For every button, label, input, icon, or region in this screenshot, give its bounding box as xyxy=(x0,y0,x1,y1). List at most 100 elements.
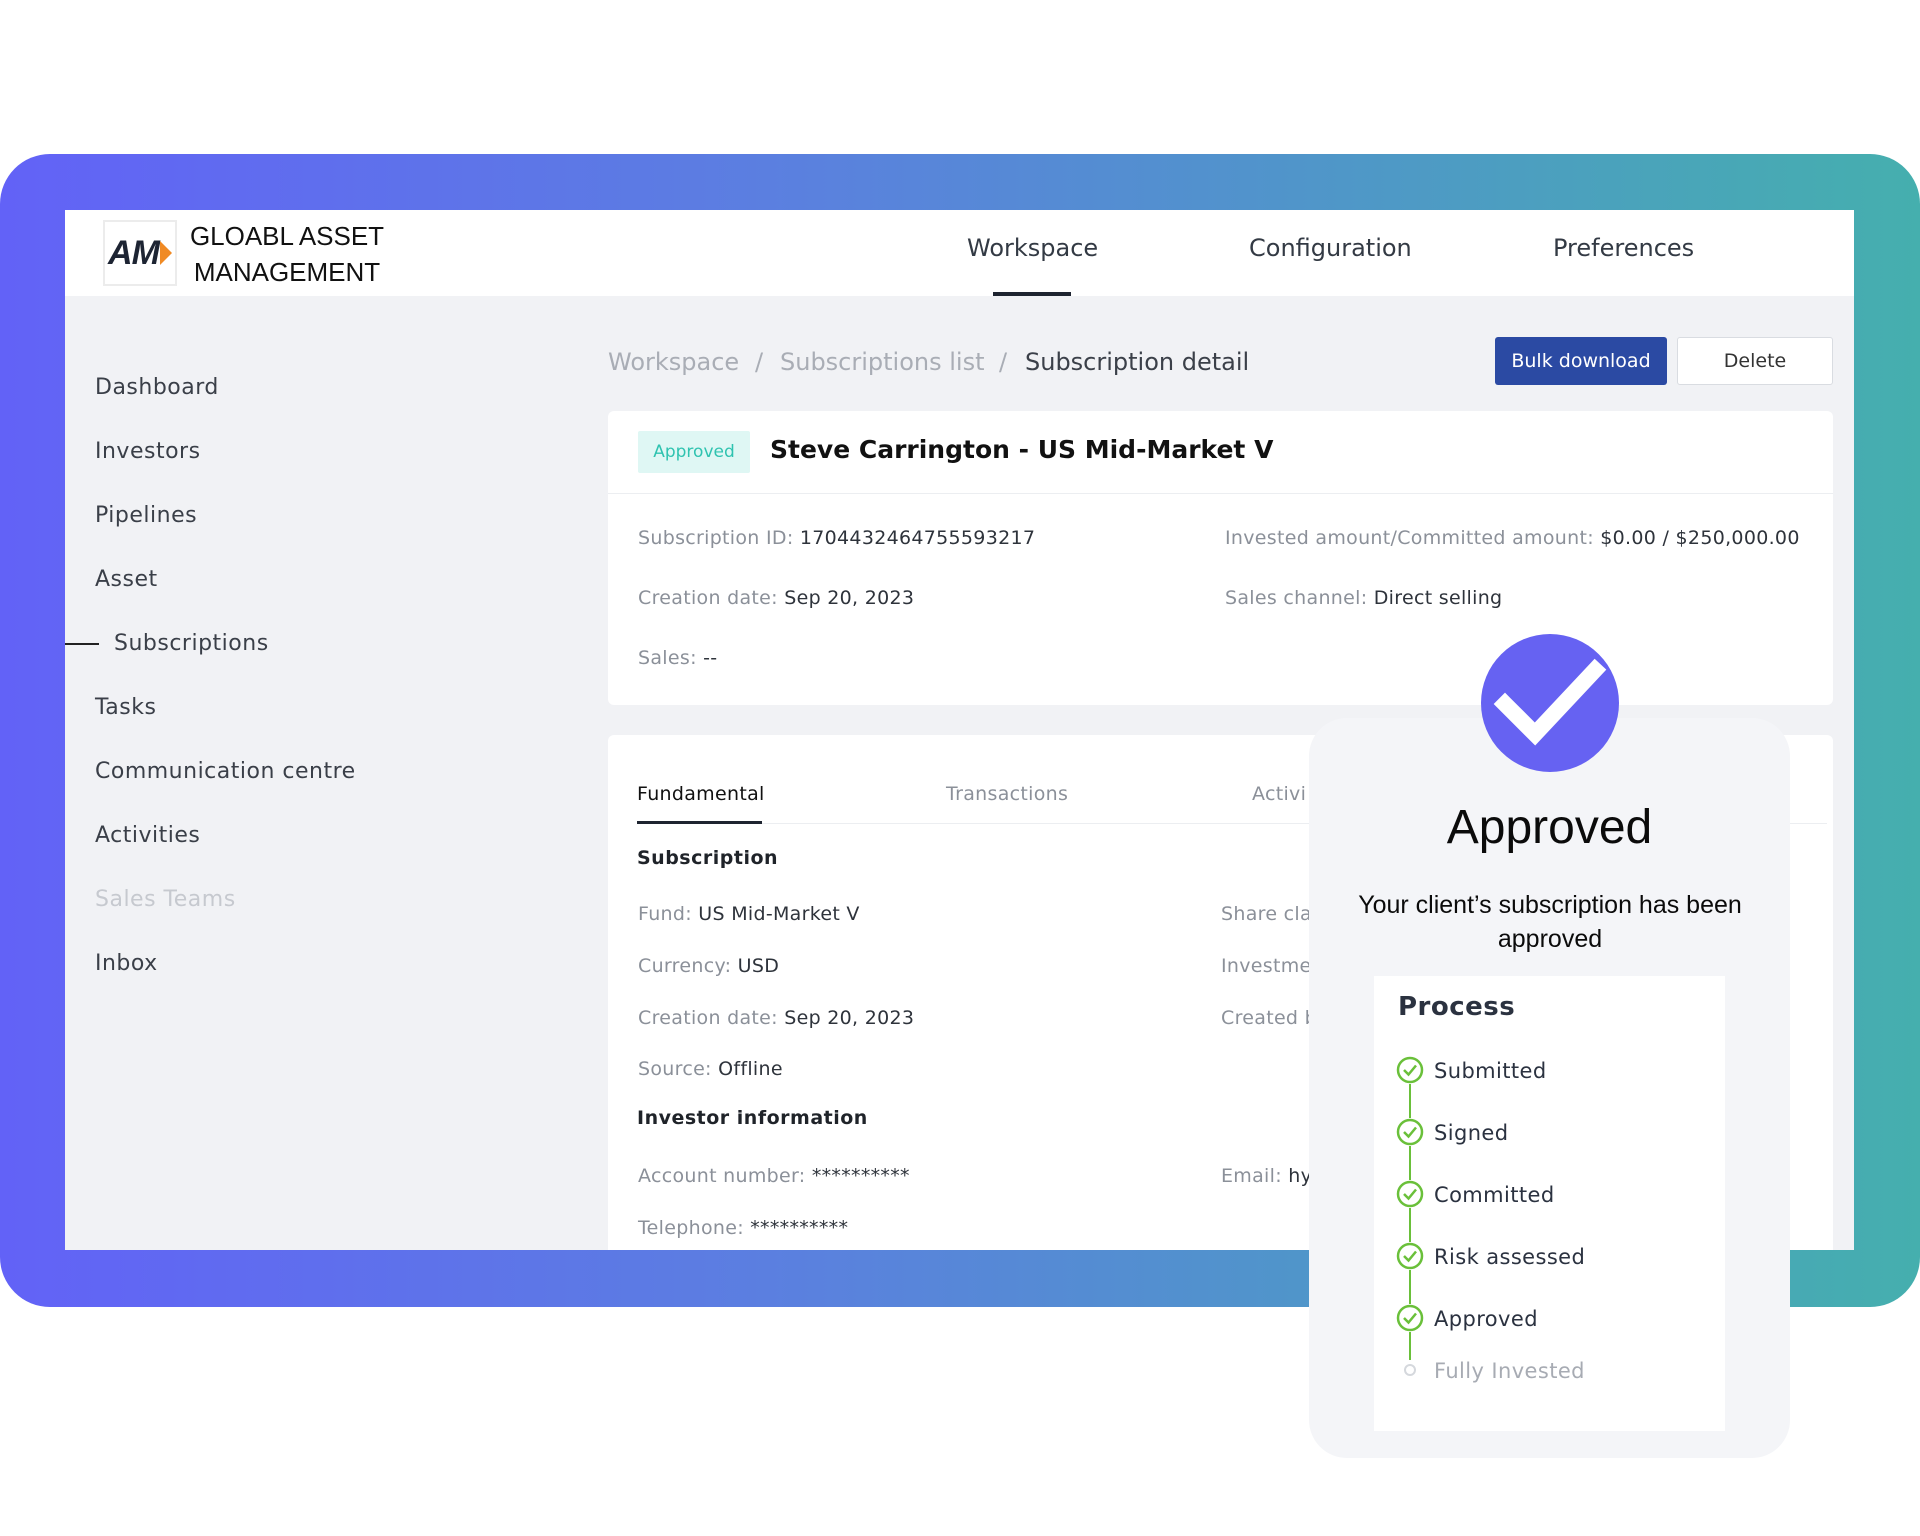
field-value: Direct selling xyxy=(1373,587,1503,609)
step-risk-assessed: Risk assessed xyxy=(1434,1245,1586,1269)
step-done-check-icon xyxy=(1396,1118,1424,1146)
company-name: GLOABL ASSET MANAGEMENT xyxy=(189,221,385,287)
field-label: Share cla xyxy=(1221,903,1312,925)
subscription-summary-card: Approved Steve Carrington - US Mid-Marke… xyxy=(608,411,1833,705)
amount-field: Invested amount/Committed amount: $0.00 … xyxy=(1225,527,1800,549)
field-value: ********** xyxy=(811,1165,910,1187)
field-value: Offline xyxy=(718,1058,783,1080)
telephone-field: Telephone: ********** xyxy=(638,1217,848,1239)
sidebar-item-activities[interactable]: Activities xyxy=(95,823,200,848)
card-divider xyxy=(608,493,1833,494)
field-label: Telephone: xyxy=(638,1217,744,1239)
field-label: Creation date: xyxy=(638,1007,778,1029)
sidebar-item-inbox[interactable]: Inbox xyxy=(95,951,158,976)
fund-field: Fund: US Mid-Market V xyxy=(638,903,860,925)
process-connector xyxy=(1409,1270,1411,1304)
process-connector xyxy=(1409,1146,1411,1180)
field-label: Subscription ID: xyxy=(638,527,794,549)
logo-arrow-icon xyxy=(159,241,172,265)
share-class-field: Share cla xyxy=(1221,903,1312,925)
breadcrumb-subscription-detail: Subscription detail xyxy=(1025,348,1250,376)
sidebar-item-dashboard[interactable]: Dashboard xyxy=(95,375,219,400)
field-value: Sep 20, 2023 xyxy=(784,1007,915,1029)
account-number-field: Account number: ********** xyxy=(638,1165,910,1187)
step-submitted: Submitted xyxy=(1434,1059,1547,1083)
field-value: US Mid-Market V xyxy=(698,903,860,925)
tab-fundamental[interactable]: Fundamental xyxy=(637,783,765,805)
nav-preferences[interactable]: Preferences xyxy=(1553,234,1694,262)
step-done-check-icon xyxy=(1396,1180,1424,1208)
breadcrumb-separator: / xyxy=(755,348,764,376)
field-label: Currency: xyxy=(638,955,732,977)
step-done-check-icon xyxy=(1396,1242,1424,1270)
sales-field: Sales: -- xyxy=(638,647,717,669)
field-label: Fund: xyxy=(638,903,692,925)
nav-active-underline xyxy=(993,292,1071,296)
tab-activities[interactable]: Activi xyxy=(1252,783,1306,805)
process-connector xyxy=(1409,1332,1411,1360)
field-value: Sep 20, 2023 xyxy=(784,587,915,609)
company-logo[interactable]: AM xyxy=(103,220,177,286)
approval-message: Your client’s subscription has been appr… xyxy=(1358,891,1742,953)
field-label: Created b xyxy=(1221,1007,1317,1029)
step-fully-invested: Fully Invested xyxy=(1434,1359,1585,1383)
field-label: Account number: xyxy=(638,1165,806,1187)
process-connector xyxy=(1409,1084,1411,1118)
section-title-subscription: Subscription xyxy=(637,847,779,869)
sidebar-active-indicator xyxy=(65,643,99,645)
field-label: Email: xyxy=(1221,1165,1282,1187)
step-committed: Committed xyxy=(1434,1183,1555,1207)
field-label: Investme xyxy=(1221,955,1312,977)
delete-button[interactable]: Delete xyxy=(1677,337,1833,385)
sidebar-item-asset[interactable]: Asset xyxy=(95,567,158,592)
breadcrumb-subscriptions-list[interactable]: Subscriptions list xyxy=(780,348,985,376)
breadcrumb-separator: / xyxy=(999,348,1008,376)
created-by-field: Created b xyxy=(1221,1007,1317,1029)
bulk-download-button[interactable]: Bulk download xyxy=(1495,337,1667,385)
tab-transactions[interactable]: Transactions xyxy=(946,783,1068,805)
sidebar-item-investors[interactable]: Investors xyxy=(95,439,201,464)
approved-check-icon xyxy=(1481,634,1619,772)
source-field: Source: Offline xyxy=(638,1058,783,1080)
nav-configuration[interactable]: Configuration xyxy=(1249,234,1412,262)
process-tracker: Process Submitted Signed Committed Risk … xyxy=(1374,976,1725,1431)
sales-channel-field: Sales channel: Direct selling xyxy=(1225,587,1502,609)
step-signed: Signed xyxy=(1434,1121,1509,1145)
field-value: 1704432464755593217 xyxy=(799,527,1036,549)
field-label: Source: xyxy=(638,1058,712,1080)
field-value: ********** xyxy=(750,1217,849,1239)
field-value: -- xyxy=(703,647,718,669)
step-done-check-icon xyxy=(1396,1304,1424,1332)
creation-date-field: Creation date: Sep 20, 2023 xyxy=(638,587,914,609)
top-bar: AM GLOABL ASSET MANAGEMENT Workspace Con… xyxy=(65,210,1854,296)
process-title: Process xyxy=(1398,992,1516,1022)
subscription-title: Steve Carrington - US Mid-Market V xyxy=(770,435,1274,464)
status-badge: Approved xyxy=(638,431,750,473)
sidebar-item-sales-teams: Sales Teams xyxy=(95,887,236,912)
sidebar-item-subscriptions[interactable]: Subscriptions xyxy=(114,631,269,656)
field-value: $0.00 / $250,000.00 xyxy=(1600,527,1800,549)
step-pending-dot-icon xyxy=(1404,1364,1416,1376)
subscription-id-field: Subscription ID: 1704432464755593217 xyxy=(638,527,1035,549)
field-label: Sales: xyxy=(638,647,697,669)
currency-field: Currency: USD xyxy=(638,955,779,977)
field-value: USD xyxy=(737,955,780,977)
tab-active-underline xyxy=(637,821,762,824)
nav-workspace[interactable]: Workspace xyxy=(967,234,1098,262)
sidebar-item-communication-centre[interactable]: Communication centre xyxy=(95,759,356,784)
sidebar-item-pipelines[interactable]: Pipelines xyxy=(95,503,197,528)
email-field: Email: hy xyxy=(1221,1165,1312,1187)
field-label: Sales channel: xyxy=(1225,587,1368,609)
sidebar-item-tasks[interactable]: Tasks xyxy=(95,695,156,720)
field-label: Creation date: xyxy=(638,587,778,609)
creation-date-field: Creation date: Sep 20, 2023 xyxy=(638,1007,914,1029)
process-connector xyxy=(1409,1208,1411,1242)
breadcrumb-workspace[interactable]: Workspace xyxy=(608,348,739,376)
step-approved: Approved xyxy=(1434,1307,1538,1331)
logo-text: AM xyxy=(108,233,160,272)
step-done-check-icon xyxy=(1396,1056,1424,1084)
section-title-investor: Investor information xyxy=(637,1107,868,1129)
approval-title: Approved xyxy=(1446,801,1653,854)
field-label: Invested amount/Committed amount: xyxy=(1225,527,1594,549)
investment-field: Investme xyxy=(1221,955,1312,977)
